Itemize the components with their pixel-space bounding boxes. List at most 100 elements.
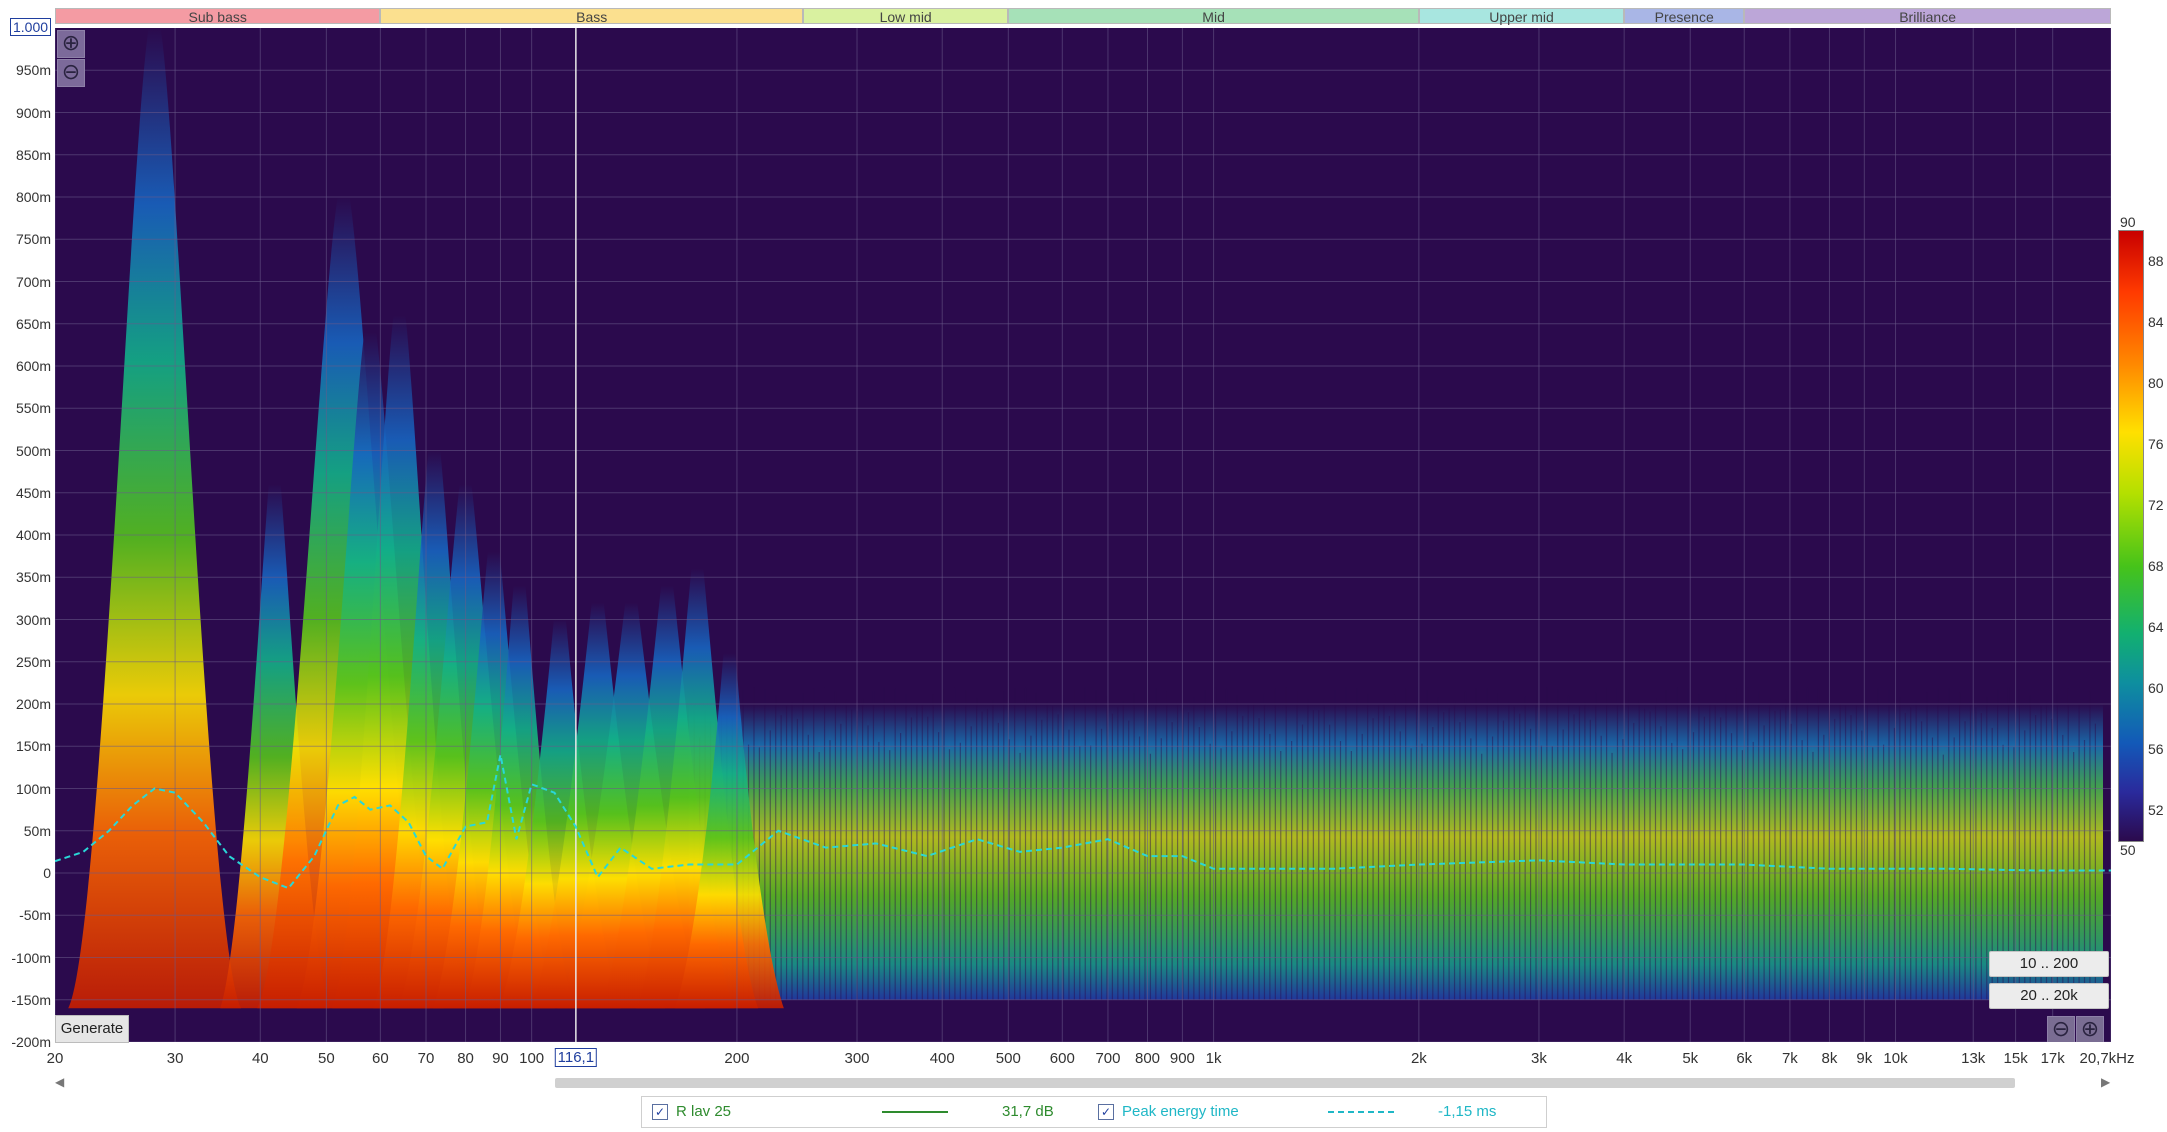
x-tick-label: 6k [1736,1050,1753,1067]
y-tick-label: 550m [15,400,51,417]
x-tick-label: 10k [1883,1050,1908,1067]
band-brilliance: Brilliance [1744,8,2111,25]
y-tick-label: 300m [15,611,51,628]
y-tick-label: -150m [11,991,51,1008]
x-tick-label: 2k [1410,1050,1427,1067]
x-tick-label: 50 [318,1050,335,1067]
y-tick-label: 500m [15,442,51,459]
zoom-out-icon[interactable]: ⊖ [57,59,85,87]
x-tick-label: 90 [492,1050,509,1067]
colorbar-tick-label: 64 [2148,618,2164,635]
y-tick-label: 50m [23,822,51,839]
x-tick-label: 1k [1205,1050,1222,1067]
series2-value: -1,15 ms [1438,1103,1497,1120]
horizontal-scrollbar[interactable]: ◀ ▶ [55,1075,2110,1091]
legend: ✓ R lav 25 31,7 dB ✓ Peak energy time -1… [641,1096,1547,1128]
x-tick-label: 700 [1095,1050,1121,1067]
y-axis: 950m 900m 850m 800m 750m 700m 650m 600m 550m 500m… [0,28,55,1050]
y-tick-label: 900m [15,104,51,121]
colorbar-tick-label: 60 [2148,679,2164,696]
x-tick-label: 13k [1961,1050,1986,1067]
scroll-right-icon[interactable]: ▶ [2101,1075,2110,1089]
series2-line-swatch [1328,1111,1394,1113]
x-tick-label: 9k [1856,1050,1873,1067]
waterfall-plot[interactable]: ⊕ ⊖ ⊖ ⊕ [55,28,2111,1042]
x-axis: 116,1 20 30 40 50 60 70 80 90 100 200 300 400 500 600… [47,1044,2145,1072]
x-tick-label: 900 [1169,1050,1195,1067]
x-zoom-out-icon[interactable]: ⊖ [2047,1016,2075,1042]
series1-line-swatch [882,1111,948,1113]
band-low-mid: Low mid [803,8,1009,25]
colorbar-tick-label: 88 [2148,252,2164,269]
x-tick-label: 40 [251,1050,269,1067]
y-tick-label: 350m [15,569,51,586]
x-tick-label: 4k [1616,1050,1633,1067]
decay-ridge [68,28,242,1009]
range-20-20k-button[interactable]: 20 .. 20k [1989,983,2109,1009]
colorbar-tick-label: 72 [2148,496,2164,513]
y-tick-label: 100m [15,780,51,797]
series2-name: Peak energy time [1122,1103,1239,1120]
frequency-band-bar: Sub bass Bass Low mid Mid Upper mid Presence B… [55,8,2111,26]
colorbar [2118,230,2144,842]
y-tick-label: 0 [43,865,51,881]
waterfall-svg[interactable] [55,28,2111,1042]
x-tick-label: 400 [929,1050,955,1067]
series1-value: 31,7 dB [1002,1103,1054,1120]
colorbar-tick-label: 68 [2148,557,2164,574]
x-tick-label: 800 [1134,1050,1161,1067]
y-tick-label: 450m [15,484,51,501]
cursor-frequency-label[interactable]: 116,1 [554,1048,598,1067]
x-tick-label: 17k [2040,1050,2065,1067]
colorbar-tick-label: 80 [2148,374,2164,391]
band-sub-bass: Sub bass [55,8,381,25]
y-tick-label: 800m [15,189,51,205]
x-tick-label: 20 [46,1050,64,1067]
colorbar-tick-label: 52 [2148,801,2164,818]
scroll-left-icon[interactable]: ◀ [55,1075,64,1089]
y-tick-label: 850m [15,146,51,163]
x-tick-label: 8k [1821,1050,1838,1067]
colorbar-tick-label: 84 [2148,313,2164,330]
band-mid: Mid [1008,8,1419,25]
x-tick-label: 30 [166,1050,184,1067]
y-tick-label: 950m [15,62,51,79]
series1-name: R lav 25 [676,1103,732,1120]
x-tick-label: 600 [1049,1050,1075,1067]
x-tick-label: 300 [844,1050,870,1067]
x-tick-label: 500 [995,1050,1021,1067]
series1-checkbox[interactable]: ✓ [652,1104,668,1120]
generate-button[interactable]: Generate [55,1015,129,1043]
x-zoom-in-icon[interactable]: ⊕ [2076,1016,2104,1042]
colorbar-tick-label: 90 [2120,214,2136,230]
x-tick-label: 80 [457,1050,474,1067]
band-presence: Presence [1624,8,1745,25]
x-tick-label: 60 [372,1050,389,1067]
y-tick-label: 600m [15,358,51,374]
series2-checkbox[interactable]: ✓ [1098,1104,1114,1120]
y-tick-label: 200m [15,696,51,712]
x-tick-label: 20,7kHz [2079,1050,2135,1067]
y-tick-label: 400m [15,527,51,543]
x-tick-label: 3k [1531,1050,1547,1067]
x-tick-label: 100 [519,1050,545,1067]
y-tick-label: -50m [19,907,51,924]
band-upper-mid: Upper mid [1418,8,1625,25]
zoom-in-icon[interactable]: ⊕ [57,30,85,58]
x-tick-label: 5k [1682,1050,1699,1067]
colorbar-tick-label: 50 [2120,842,2136,858]
y-tick-label: 700m [15,273,51,290]
y-tick-label: 650m [15,315,51,332]
scroll-thumb[interactable] [555,1078,2015,1088]
colorbar-tick-label: 76 [2148,435,2164,452]
x-tick-label: 200 [724,1050,750,1067]
x-tick-label: 15k [2003,1050,2028,1067]
y-tick-label: -200m [11,1034,51,1050]
range-10-200-button[interactable]: 10 .. 200 [1989,951,2109,977]
x-tick-label: 7k [1781,1050,1798,1067]
band-bass: Bass [380,8,804,25]
colorbar-tick-label: 56 [2148,740,2164,757]
y-tick-label: 250m [15,653,51,670]
y-tick-label: 150m [15,738,51,755]
y-tick-label: 750m [15,231,51,248]
